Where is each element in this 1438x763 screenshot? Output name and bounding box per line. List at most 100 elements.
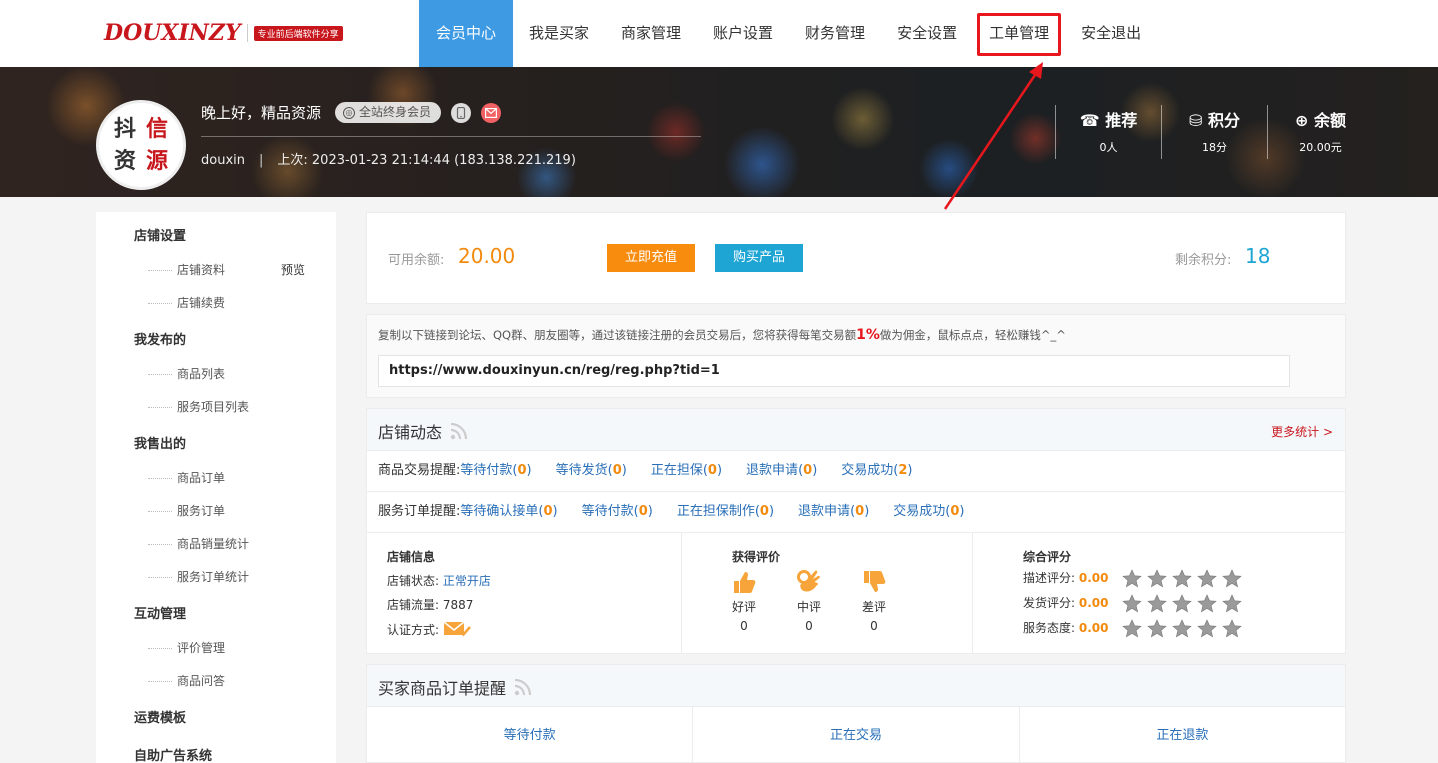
avatar-char: 信 (145, 116, 168, 142)
stats-group: ☎ 推荐 0人 ⛁ 积分 18分 ⊕ 余额 20.00元 (1055, 105, 1373, 159)
thumbs-down-icon (864, 571, 886, 592)
vip-badge[interactable]: ◎ 全站终身会员 (335, 102, 442, 123)
buy-product-button[interactable]: 购买产品 (715, 244, 803, 272)
link-awaiting-payment[interactable]: 等待付款(0) (582, 492, 653, 532)
star-rating (1122, 594, 1247, 613)
review-count: 0 (740, 619, 748, 633)
mail-icon[interactable] (481, 102, 502, 123)
nav-buyer[interactable]: 我是买家 (513, 0, 605, 67)
star-icon (1147, 619, 1168, 638)
logo-text: DOUXINZY (104, 20, 241, 46)
star-icon (1197, 569, 1218, 588)
nav-merchant[interactable]: 商家管理 (605, 0, 697, 67)
star-icon (1172, 619, 1193, 638)
link-awaiting-shipment[interactable]: 等待发货(0) (556, 451, 627, 491)
star-icon (1172, 569, 1193, 588)
rating-row-shipping: 发货评分: 0.00 (1023, 594, 1247, 613)
sidebar-item-qa[interactable]: 商品问答 (96, 665, 336, 698)
last-login: 上次: 2023-01-23 21:14:44 (183.138.221.219… (277, 153, 576, 168)
points-label: 剩余积分: (1175, 253, 1232, 268)
sidebar-group-title: 我售出的 (134, 437, 187, 452)
sidebar-item-reviews[interactable]: 评价管理 (96, 632, 336, 665)
star-icon (1197, 594, 1218, 613)
sidebar: 店铺设置 店铺资料 预览 店铺续费 我发布的 商品列表 服务项目列表 我售出的 商… (96, 212, 336, 763)
review-label: 中评 (796, 600, 821, 614)
panel-title: 店铺动态 (378, 419, 468, 443)
user-info-line: douxin | 上次: 2023-01-23 21:14:44 (183.138.… (201, 149, 576, 168)
link-trade-success[interactable]: 交易成功(0) (893, 492, 964, 532)
link-refund-requests[interactable]: 退款申请(0) (798, 492, 869, 532)
sidebar-item-service-stats[interactable]: 服务订单统计 (96, 561, 336, 594)
rss-icon (514, 678, 532, 696)
recharge-button[interactable]: 立即充值 (607, 244, 695, 272)
reviews-title: 获得评价 (732, 550, 781, 564)
sidebar-group-title: 互动管理 (134, 607, 187, 622)
stat-label: ⊕ 余额 (1295, 111, 1346, 130)
nav-ticket-management[interactable]: 工单管理 (973, 0, 1065, 67)
link-awaiting-accept[interactable]: 等待确认接单(0) (460, 492, 557, 532)
review-positive[interactable]: 好评 0 (724, 569, 764, 633)
sidebar-item-service-orders[interactable]: 服务订单 (96, 495, 336, 528)
avatar-char: 抖 (113, 116, 136, 142)
logo-divider (246, 24, 248, 42)
greeting-text: 晚上好，精品资源 (201, 104, 322, 122)
link-escrow-in-production[interactable]: 正在担保制作(0) (677, 492, 774, 532)
nav-member-center[interactable]: 会员中心 (419, 0, 513, 67)
banner-divider (201, 136, 701, 137)
preview-link[interactable]: 预览 (281, 254, 305, 287)
sidebar-item-ad-system[interactable]: 自助广告系统 (96, 740, 336, 763)
nav-account-settings[interactable]: 账户设置 (697, 0, 789, 67)
review-negative[interactable]: 差评 0 (854, 569, 894, 633)
stat-referrals[interactable]: ☎ 推荐 0人 (1055, 105, 1161, 159)
stat-balance[interactable]: ⊕ 余额 20.00元 (1267, 105, 1373, 159)
star-icon (1122, 619, 1143, 638)
cert-line: 认证方式: (387, 620, 471, 638)
rating-value: 0.00 (1078, 596, 1109, 610)
email-verified-icon (443, 621, 471, 637)
sidebar-item-sales-stats[interactable]: 商品销量统计 (96, 528, 336, 561)
profile-banner: 抖 信 资 源 晚上好，精品资源 ◎ 全站终身会员 douxin | 上次: 202… (0, 67, 1438, 197)
sidebar-item-product-list[interactable]: 商品列表 (96, 358, 336, 391)
username: douxin (201, 153, 245, 168)
avatar[interactable]: 抖 信 资 源 (96, 100, 186, 190)
sidebar-item-service-list[interactable]: 服务项目列表 (96, 391, 336, 424)
referral-description: 复制以下链接到论坛、QQ群、朋友圈等，通过该链接注册的会员交易后，您将获得每笔交… (378, 327, 1066, 343)
more-stats-link[interactable]: 更多统计 > (1271, 423, 1333, 440)
buyer-order-cells: 等待付款 正在交易 正在退款 (367, 707, 1345, 763)
mobile-icon[interactable] (451, 102, 472, 123)
sidebar-item-shop-renewal[interactable]: 店铺续费 (96, 287, 336, 320)
rating-value: 0.00 (1078, 571, 1109, 585)
sidebar-item-shop-profile[interactable]: 店铺资料 预览 (96, 254, 336, 287)
ratings-title: 综合评分 (1023, 550, 1072, 564)
buyer-orders-panel: 买家商品订单提醒 等待付款 正在交易 正在退款 (366, 664, 1346, 763)
link-awaiting-payment[interactable]: 等待付款(0) (460, 451, 531, 491)
sidebar-item-product-orders[interactable]: 商品订单 (96, 462, 336, 495)
buyer-awaiting-payment[interactable]: 等待付款 (367, 707, 694, 763)
avatar-char: 资 (113, 148, 136, 174)
logo[interactable]: DOUXINZY 专业前后端软件分享 (104, 20, 343, 46)
star-icon (1147, 569, 1168, 588)
link-in-escrow[interactable]: 正在担保(0) (651, 451, 722, 491)
row-label: 服务订单提醒: (378, 504, 461, 519)
shop-traffic-line: 店铺流量: 7887 (387, 598, 474, 612)
sidebar-item-shipping-template[interactable]: 运费模板 (96, 702, 336, 736)
referral-url-field[interactable]: https://www.douxinyun.cn/reg/reg.php?tid… (378, 355, 1290, 387)
buyer-in-trade[interactable]: 正在交易 (693, 707, 1020, 763)
ratings-column: 综合评分 描述评分: 0.00 发货评分: 0.00 服务态度: 0.00 (972, 533, 1347, 653)
sidebar-group-ads: 自助广告系统 (96, 740, 336, 763)
nav-logout[interactable]: 安全退出 (1065, 0, 1157, 67)
rss-icon (450, 422, 468, 440)
link-trade-success[interactable]: 交易成功(2) (841, 451, 912, 491)
star-icon (1197, 619, 1218, 638)
stat-points[interactable]: ⛁ 积分 18分 (1161, 105, 1267, 159)
buyer-refunding[interactable]: 正在退款 (1020, 707, 1345, 763)
review-neutral[interactable]: 中评 0 (789, 569, 829, 633)
link-refund-requests[interactable]: 退款申请(0) (746, 451, 817, 491)
nav-finance[interactable]: 财务管理 (789, 0, 881, 67)
wallet-icon: ⊕ (1295, 111, 1309, 130)
star-icon (1172, 594, 1193, 613)
stat-label: ⛁ 积分 (1189, 111, 1240, 130)
logo-tagline: 专业前后端软件分享 (253, 25, 343, 41)
stat-value: 0人 (1099, 141, 1118, 154)
nav-security-settings[interactable]: 安全设置 (881, 0, 973, 67)
